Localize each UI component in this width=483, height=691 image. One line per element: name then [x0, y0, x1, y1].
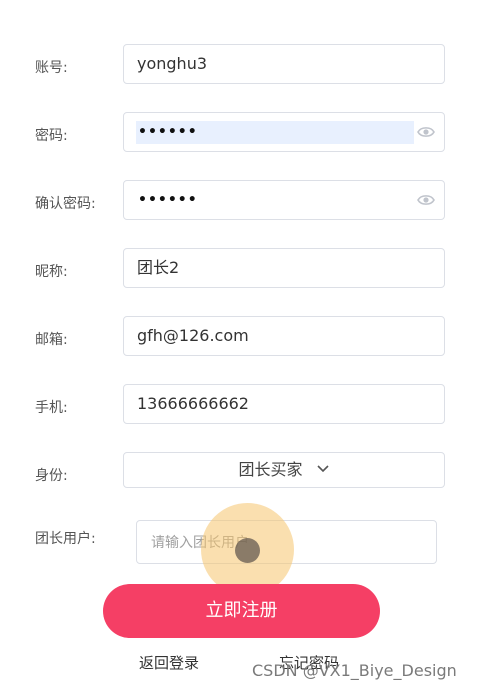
nickname-input[interactable]: 团长2 — [123, 248, 445, 288]
watermark: CSDN @VX1_Biye_Design — [252, 661, 457, 680]
email-input[interactable]: gfh@126.com — [123, 316, 445, 356]
phone-input[interactable]: 13666666662 — [123, 384, 445, 424]
password-input[interactable]: •••••• — [123, 112, 445, 152]
account-input[interactable]: yonghu3 — [123, 44, 445, 84]
phone-value: 13666666662 — [137, 394, 249, 413]
identity-label: 身份: — [35, 468, 68, 484]
account-value: yonghu3 — [137, 54, 208, 73]
touch-indicator-dot — [235, 538, 260, 563]
identity-select[interactable]: 团长买家 — [123, 452, 445, 488]
confirm-password-value: •••••• — [138, 192, 198, 208]
account-label: 账号: — [35, 60, 68, 76]
nickname-label: 昵称: — [35, 264, 68, 280]
nickname-value: 团长2 — [137, 258, 180, 277]
email-label: 邮箱: — [35, 332, 68, 348]
eye-icon[interactable] — [417, 124, 435, 140]
identity-value: 团长买家 — [238, 460, 303, 479]
chevron-down-icon — [316, 465, 329, 473]
email-value: gfh@126.com — [137, 326, 249, 345]
phone-label: 手机: — [35, 400, 68, 416]
eye-icon[interactable] — [417, 192, 435, 208]
password-label: 密码: — [35, 128, 68, 144]
confirm-password-label: 确认密码: — [35, 196, 96, 212]
register-button[interactable]: 立即注册 — [103, 584, 380, 638]
password-value: •••••• — [138, 124, 198, 140]
identity-select-display: 团长买家 — [124, 453, 444, 487]
back-to-login-link[interactable]: 返回登录 — [139, 652, 199, 673]
confirm-password-input[interactable]: •••••• — [123, 180, 445, 220]
leader-user-label: 团长用户: — [35, 531, 96, 547]
